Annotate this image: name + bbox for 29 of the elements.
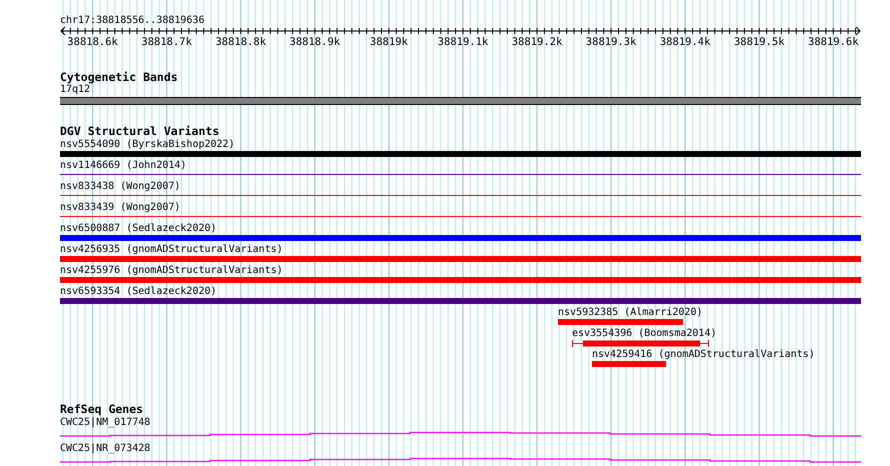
variant-label: nsv4256935 (gnomADStructuralVariants) bbox=[60, 244, 283, 256]
variant-label: nsv5932385 (Almarri2020) bbox=[558, 307, 702, 319]
variant-label: nsv833438 (Wong2007) bbox=[60, 181, 180, 193]
gene-label: CWC25|NR_073428 bbox=[60, 443, 150, 455]
gene-label: CWC25|NM_017748 bbox=[60, 417, 150, 429]
variant-label: nsv833439 (Wong2007) bbox=[60, 202, 180, 214]
track-title: DGV Structural Variants bbox=[60, 125, 220, 138]
tick-label: 38819.5k bbox=[734, 36, 785, 48]
tick-label: 38819.2k bbox=[512, 36, 562, 48]
variant-label: nsv5554090 (ByrskaBishop2022) bbox=[60, 139, 235, 151]
track-title: Cytogenetic Bands bbox=[60, 71, 178, 84]
band-label: 17q12 bbox=[60, 84, 90, 96]
tick-label: 38819.6k bbox=[808, 36, 859, 48]
tick-label: 38819.1k bbox=[438, 36, 488, 48]
tick-label: 38818.9k bbox=[290, 36, 340, 48]
variant-label: nsv4255976 (gnomADStructuralVariants) bbox=[60, 265, 283, 277]
variant-label: nsv1146669 (John2014) bbox=[60, 160, 186, 172]
variant-label: nsv6500887 (Sedlazeck2020) bbox=[60, 223, 217, 235]
location-label: chr17:38818556..38819636 bbox=[60, 14, 204, 27]
tick-label: 38818.6k bbox=[67, 36, 118, 48]
tick-label: 38819.4k bbox=[660, 36, 710, 48]
variant-label: esv3554396 (Boomsma2014) bbox=[572, 328, 716, 340]
tick-label: 38819k bbox=[370, 36, 408, 48]
variant-label: nsv6593354 (Sedlazeck2020) bbox=[60, 286, 217, 298]
tick-label: 38818.7k bbox=[141, 36, 192, 48]
tick-label: 38819.3k bbox=[586, 36, 636, 48]
variant-label: nsv4259416 (gnomADStructuralVariants) bbox=[592, 349, 815, 361]
track-title: RefSeq Genes bbox=[60, 403, 144, 416]
tick-label: 38818.8k bbox=[215, 36, 266, 48]
